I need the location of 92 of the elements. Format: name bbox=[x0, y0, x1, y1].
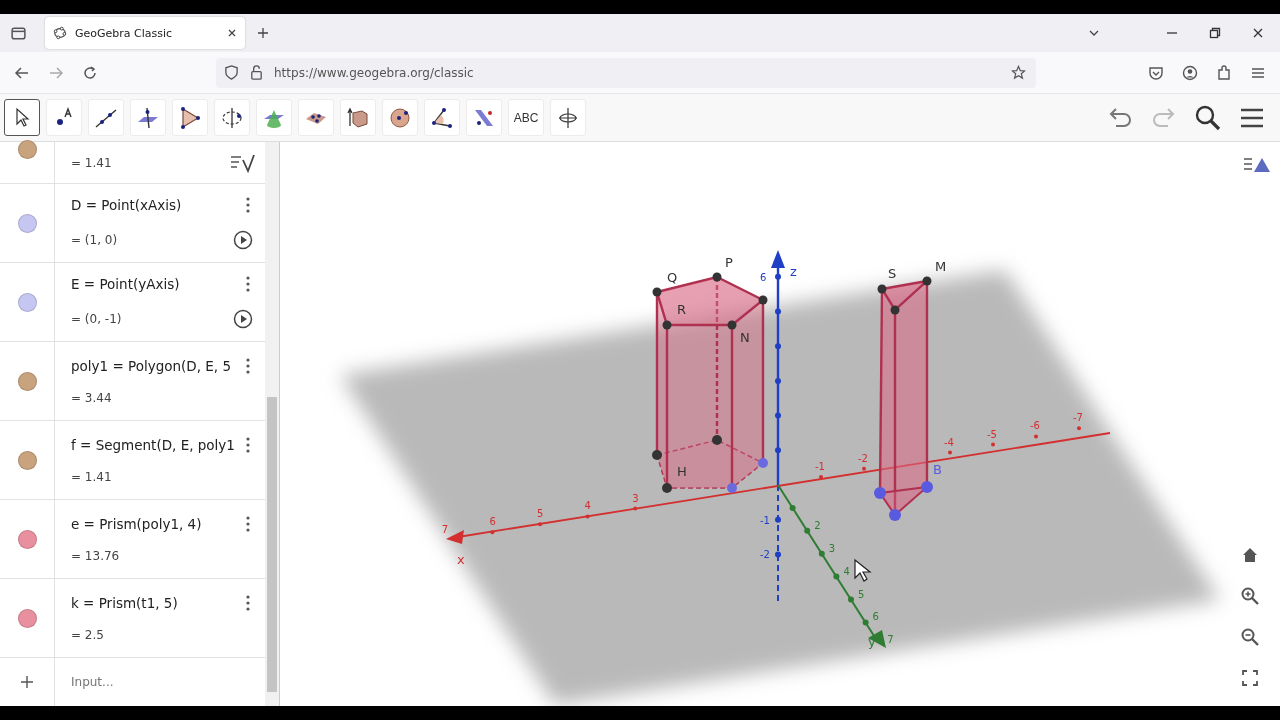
reload-icon[interactable] bbox=[82, 64, 98, 81]
zoom-out-icon[interactable] bbox=[1240, 627, 1260, 647]
more-options-icon[interactable] bbox=[245, 357, 251, 375]
input-field[interactable]: Input... bbox=[71, 675, 251, 689]
more-options-icon[interactable] bbox=[245, 275, 251, 293]
shield-icon bbox=[224, 65, 239, 80]
axis-tick-label: 6 bbox=[489, 516, 496, 528]
point-label: S bbox=[888, 266, 897, 281]
axis-tick-label: -1 bbox=[815, 460, 825, 472]
point-label: M bbox=[935, 259, 947, 274]
play-icon[interactable] bbox=[233, 309, 253, 329]
sphere-icon bbox=[388, 105, 412, 130]
algebra-value: = 2.5 bbox=[71, 628, 104, 642]
axis-tick-label: 6 bbox=[760, 271, 767, 283]
tab-list-icon[interactable] bbox=[10, 24, 27, 42]
visibility-toggle[interactable] bbox=[17, 140, 37, 159]
visibility-toggle[interactable] bbox=[17, 450, 37, 470]
browser-tab[interactable]: GeoGebra Classic bbox=[45, 17, 245, 49]
search-icon[interactable] bbox=[1194, 103, 1222, 132]
point-label: Q bbox=[667, 270, 678, 285]
plus-icon[interactable] bbox=[20, 675, 34, 689]
triangle-icon bbox=[178, 105, 202, 130]
algebra-definition[interactable]: poly1 = Polygon(D, E, 5 bbox=[71, 358, 232, 374]
point-label: R bbox=[677, 302, 687, 317]
star-icon[interactable] bbox=[1011, 65, 1026, 80]
back-icon[interactable] bbox=[14, 64, 30, 81]
plane-line-icon bbox=[136, 105, 160, 130]
pocket-icon[interactable] bbox=[1148, 64, 1164, 81]
url-text: https://www.geogebra.org/classic bbox=[274, 65, 474, 80]
address-bar[interactable]: https://www.geogebra.org/classic bbox=[216, 57, 1036, 88]
point-label: H bbox=[677, 464, 687, 479]
axis-tick-label: 6 bbox=[872, 611, 879, 623]
extensions-icon[interactable] bbox=[1216, 64, 1232, 81]
algebra-value: = (0, -1) bbox=[71, 312, 122, 326]
axis-label: x bbox=[457, 552, 465, 567]
axis-tick-label: -1 bbox=[760, 514, 770, 526]
axis-tick-label: -2 bbox=[760, 549, 770, 561]
algebra-definition[interactable]: E = Point(yAxis) bbox=[71, 276, 180, 292]
mouse-cursor-icon bbox=[854, 558, 872, 582]
axis-tick-label: -5 bbox=[987, 428, 997, 440]
restore-icon[interactable] bbox=[1209, 27, 1221, 39]
tool-button[interactable] bbox=[4, 99, 40, 136]
axis-tick-label: 4 bbox=[584, 500, 591, 512]
visibility-toggle[interactable] bbox=[17, 292, 37, 312]
axis-tick-label: 5 bbox=[537, 508, 544, 520]
algebra-definition[interactable]: k = Prism(t1, 5) bbox=[71, 595, 178, 611]
more-options-icon[interactable] bbox=[245, 594, 251, 612]
tab-title: GeoGebra Classic bbox=[75, 26, 174, 40]
algebra-definition[interactable]: e = Prism(poly1, 4) bbox=[71, 516, 202, 532]
axis-tick-label: -6 bbox=[1030, 420, 1040, 432]
point-label: N bbox=[740, 330, 750, 345]
visibility-toggle[interactable] bbox=[17, 371, 37, 391]
tool-button[interactable]: ABC bbox=[508, 99, 544, 136]
play-icon[interactable] bbox=[233, 230, 253, 250]
axis-tick-label: 3 bbox=[828, 542, 836, 554]
more-options-icon[interactable] bbox=[245, 196, 251, 214]
visibility-toggle[interactable] bbox=[17, 529, 37, 549]
axis-tick-label: 3 bbox=[632, 492, 639, 504]
axis-tick-label: 4 bbox=[843, 565, 850, 577]
axis-tick-label: -4 bbox=[944, 436, 954, 448]
zoom-in-icon[interactable] bbox=[1240, 586, 1260, 606]
visibility-toggle[interactable] bbox=[17, 608, 37, 628]
algebra-definition[interactable]: D = Point(xAxis) bbox=[71, 197, 182, 213]
more-options-icon[interactable] bbox=[245, 436, 251, 454]
algebra-value: = (1, 0) bbox=[71, 233, 118, 247]
algebra-value: = 3.44 bbox=[71, 391, 112, 405]
axis-tick-label: -7 bbox=[1073, 412, 1083, 424]
account-icon[interactable] bbox=[1182, 64, 1198, 81]
lock-icon bbox=[249, 65, 264, 80]
algebra-value: = 1.41 bbox=[71, 470, 112, 484]
axis-tick-label: 7 bbox=[441, 524, 449, 535]
axis-tick-label: 5 bbox=[858, 588, 865, 600]
axis-label: z bbox=[790, 264, 797, 279]
axis-tick-label: 2 bbox=[814, 519, 821, 531]
more-options-icon[interactable] bbox=[245, 515, 251, 533]
close-icon[interactable] bbox=[227, 28, 237, 38]
rotate-view-icon bbox=[556, 105, 580, 130]
algebra-value: = 1.41 bbox=[71, 155, 112, 170]
angle-icon bbox=[430, 105, 454, 130]
axis-tick-label: 7 bbox=[887, 634, 894, 646]
geogebra-logo-icon bbox=[53, 26, 67, 40]
axis-tick-label: -2 bbox=[858, 452, 868, 464]
algebra-value: = 13.76 bbox=[71, 549, 120, 563]
point-label: B bbox=[933, 462, 942, 477]
scrollbar-thumb[interactable] bbox=[267, 397, 277, 692]
visibility-toggle[interactable] bbox=[17, 213, 37, 233]
algebra-definition[interactable]: f = Segment(D, E, poly1 bbox=[71, 437, 235, 453]
point-label: P bbox=[725, 255, 733, 270]
close-icon[interactable] bbox=[1252, 27, 1264, 39]
rotate-icon bbox=[220, 105, 244, 130]
new-tab-icon[interactable] bbox=[257, 27, 269, 39]
fullscreen-icon[interactable] bbox=[1240, 668, 1260, 688]
